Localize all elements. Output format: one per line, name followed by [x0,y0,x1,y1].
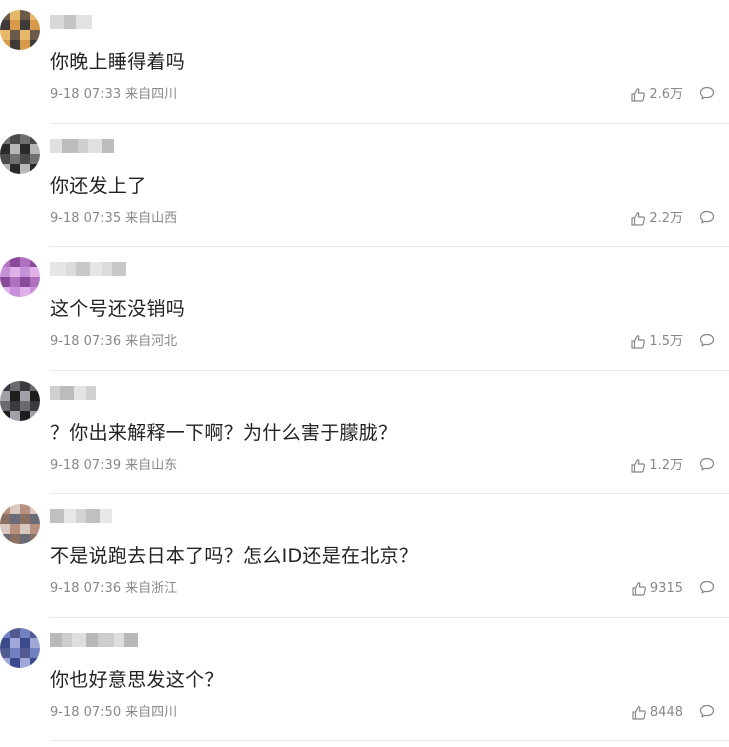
avatar[interactable] [0,257,40,297]
like-button[interactable]: 1.5万 [630,333,683,351]
thumbs-up-icon [631,581,647,597]
comment-list: 你晚上睡得着吗 9-18 07:33 来自四川 2.6万 你还发上了 9-18 07:35… [0,0,729,741]
comment-text: 你还发上了 [50,174,147,197]
comment-meta: 9-18 07:50 来自四川 [50,704,177,722]
comment-time: 9-18 07:36 [50,334,122,349]
comment-time: 9-18 07:39 [50,457,122,473]
reply-button[interactable] [699,209,715,229]
like-button[interactable]: 9315 [631,580,683,598]
comment-text: 你晚上睡得着吗 [50,51,186,73]
username-blurred[interactable] [50,385,96,400]
comment-text: 你也好意思发这个？ [50,668,224,691]
like-count: 9315 [649,581,683,596]
avatar[interactable] [0,380,40,421]
comment-item: 你还发上了 9-18 07:35 来自山西 2.2万 [0,124,729,247]
divider [50,740,729,741]
comment-meta: 9-18 07:35 来自山西 [50,210,177,228]
comment-text: 这个号还没销吗 [50,298,186,320]
like-count: 8448 [649,704,683,720]
like-count: 1.2万 [649,457,683,473]
comment-location: 来自四川 [125,704,178,720]
comment-item: ？你出来解释一下啊？为什么害于朦胧？ 9-18 07:39 来自山东 1.2万 [0,371,729,494]
comment-text: ？你出来解释一下啊？为什么害于朦胧？ [50,421,398,444]
comment-actions: 2.2万 [630,210,715,228]
reply-button[interactable] [699,703,715,723]
comment-bubble-icon [699,209,715,229]
comment-item: 这个号还没销吗 9-18 07:36 来自河北 1.5万 [0,247,729,371]
thumbs-up-icon [630,334,646,350]
comment-location: 来自四川 [125,87,178,102]
comment-bubble-icon [699,456,715,476]
comment-location: 来自山东 [125,457,178,473]
comment-meta: 9-18 07:33 来自四川 [50,86,177,104]
comment-item: 不是说跑去日本了吗？怎么ID还是在北京？ 9-18 07:36 来自浙江 9315 [0,494,729,618]
comment-item: 你也好意思发这个？ 9-18 07:50 来自四川 8448 [0,618,729,741]
username-blurred[interactable] [50,632,138,647]
comment-meta: 9-18 07:36 来自浙江 [50,580,177,598]
username-blurred[interactable] [50,262,126,276]
thumbs-up-icon [630,211,646,227]
avatar[interactable] [0,133,40,174]
comment-location: 来自河北 [125,334,178,349]
username-blurred[interactable] [50,138,114,153]
username-blurred[interactable] [50,15,92,29]
comment-text: 不是说跑去日本了吗？怎么ID还是在北京？ [50,545,419,567]
like-button[interactable]: 2.2万 [630,210,683,228]
comment-time: 9-18 07:35 [50,210,122,226]
username-blurred[interactable] [50,509,112,523]
reply-button[interactable] [699,85,715,105]
reply-button[interactable] [699,456,715,476]
thumbs-up-icon [631,705,647,721]
like-count: 1.5万 [649,334,683,349]
comment-time: 9-18 07:33 [50,87,122,102]
comment-location: 来自山西 [125,210,178,226]
comment-bubble-icon [699,703,715,723]
thumbs-up-icon [630,458,646,474]
avatar[interactable] [0,627,40,668]
comment-item: 你晚上睡得着吗 9-18 07:33 来自四川 2.6万 [0,0,729,124]
comment-bubble-icon [699,332,715,352]
comment-bubble-icon [699,85,715,105]
comment-location: 来自浙江 [125,581,178,596]
comment-actions: 8448 [631,704,715,722]
thumbs-up-icon [630,87,646,103]
avatar[interactable] [0,504,40,544]
like-button[interactable]: 8448 [631,704,683,722]
comment-actions: 1.2万 [630,457,715,475]
reply-button[interactable] [699,579,715,599]
like-count: 2.6万 [649,87,683,102]
comment-time: 9-18 07:36 [50,581,122,596]
reply-button[interactable] [699,332,715,352]
comment-time: 9-18 07:50 [50,704,122,720]
comment-meta: 9-18 07:36 来自河北 [50,333,177,351]
comment-meta: 9-18 07:39 来自山东 [50,457,177,475]
comment-actions: 2.6万 [630,86,715,104]
comment-bubble-icon [699,579,715,599]
avatar[interactable] [0,10,40,50]
comment-actions: 1.5万 [630,333,715,351]
like-button[interactable]: 2.6万 [630,86,683,104]
like-count: 2.2万 [649,210,683,226]
comment-actions: 9315 [631,580,715,598]
like-button[interactable]: 1.2万 [630,457,683,475]
